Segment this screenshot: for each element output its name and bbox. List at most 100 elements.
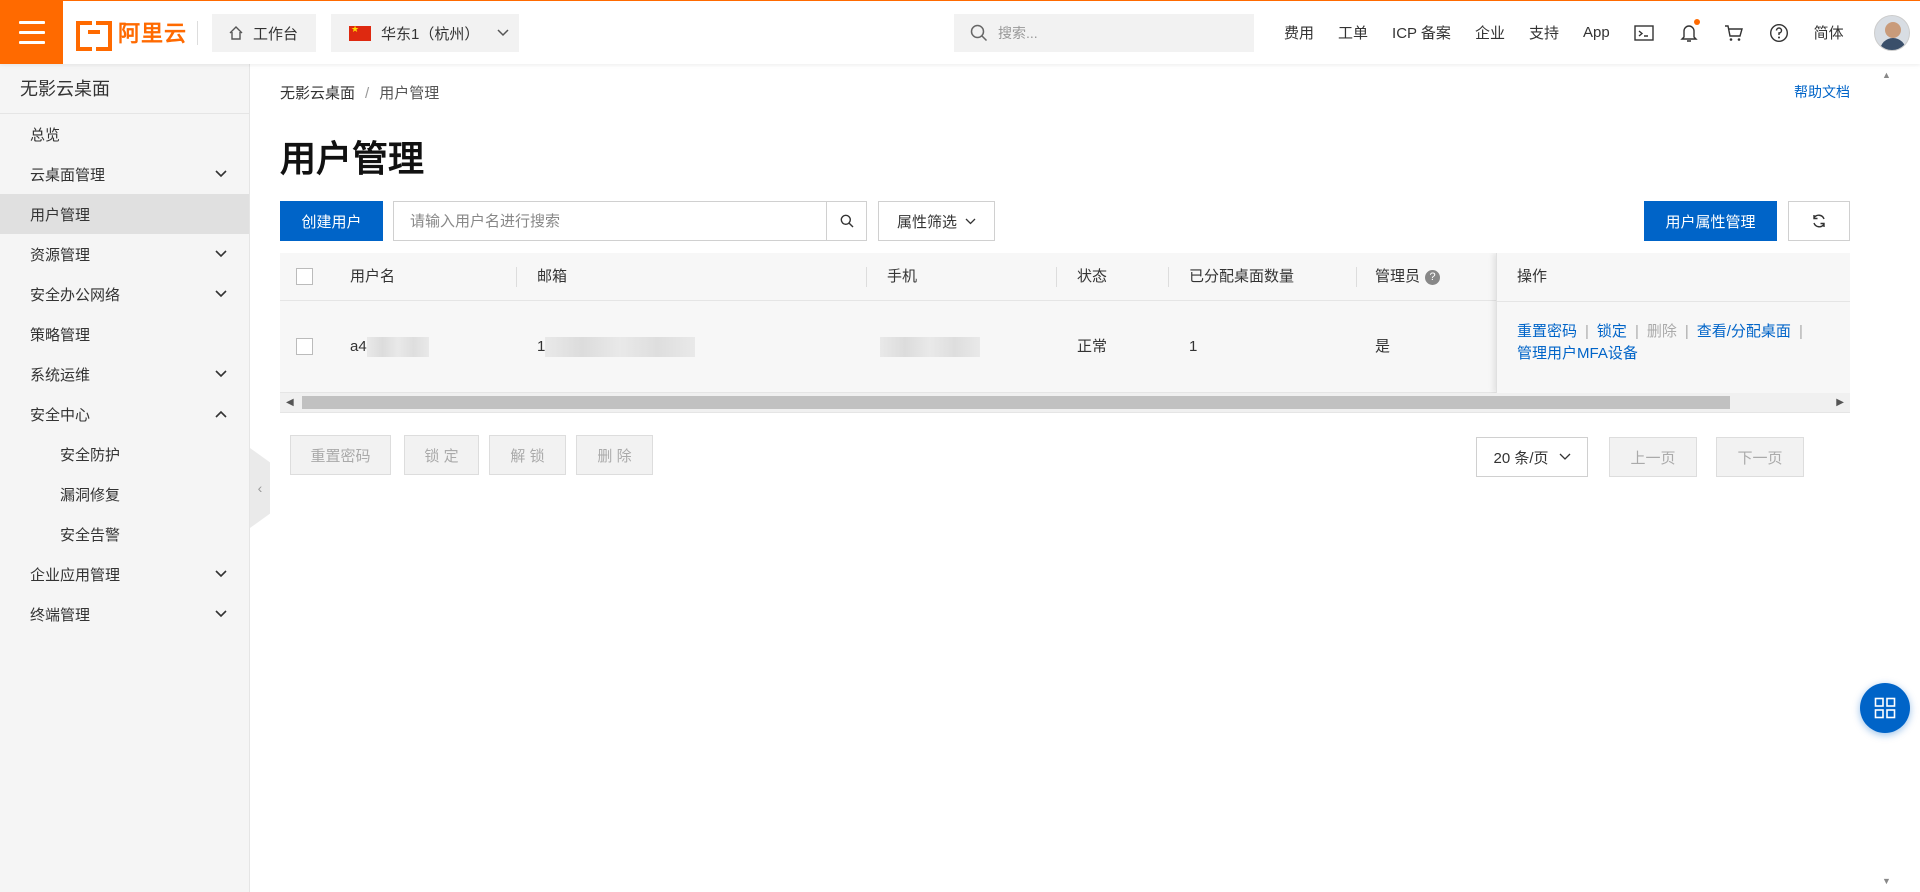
divider bbox=[197, 21, 198, 45]
global-search[interactable] bbox=[954, 14, 1254, 52]
sidebar-item-label: 总览 bbox=[30, 126, 61, 144]
cell-admin: 是 bbox=[1375, 338, 1391, 355]
horizontal-scrollbar[interactable]: ◀ ▶ bbox=[280, 393, 1850, 412]
scroll-down-icon[interactable]: ▼ bbox=[1882, 876, 1891, 886]
app-grid-fab-button[interactable] bbox=[1860, 683, 1910, 733]
col-desktop-count: 已分配桌面数量 bbox=[1189, 253, 1357, 301]
region-label: 华东1（杭州） bbox=[381, 25, 480, 43]
grid-icon bbox=[1874, 697, 1896, 719]
scroll-left-icon[interactable]: ◀ bbox=[286, 397, 294, 408]
workbench-label: 工作台 bbox=[253, 25, 299, 43]
breadcrumb-root[interactable]: 无影云桌面 bbox=[280, 85, 355, 102]
bulk-lock-button[interactable]: 锁 定 bbox=[404, 435, 479, 475]
sidebar-item-label: 云桌面管理 bbox=[30, 166, 106, 184]
sidebar-item-label: 漏洞修复 bbox=[60, 486, 121, 504]
nav-fees[interactable]: 费用 bbox=[1272, 22, 1326, 43]
select-all-checkbox[interactable] bbox=[296, 268, 313, 285]
prev-page-button[interactable]: 上一页 bbox=[1609, 437, 1697, 477]
chevron-down-icon bbox=[215, 570, 227, 578]
china-flag-icon bbox=[349, 24, 371, 41]
sidebar-collapse-button[interactable]: ‹ bbox=[250, 448, 270, 528]
create-user-button[interactable]: 创建用户 bbox=[280, 201, 383, 241]
nav-support[interactable]: 支持 bbox=[1517, 22, 1571, 43]
vertical-scrollbar[interactable]: ▲ ▼ bbox=[1878, 64, 1895, 892]
col-username: 用户名 bbox=[350, 253, 517, 301]
manage-mfa-link[interactable]: 管理用户MFA设备 bbox=[1517, 345, 1638, 362]
terminal-button[interactable] bbox=[1622, 24, 1667, 42]
notification-button[interactable] bbox=[1667, 18, 1712, 43]
row-checkbox[interactable] bbox=[296, 338, 313, 355]
help-doc-link[interactable]: 帮助文档 bbox=[1794, 82, 1850, 102]
sidebar-item[interactable]: 资源管理 bbox=[0, 234, 249, 274]
terminal-icon bbox=[1634, 24, 1654, 41]
bulk-reset-password-button[interactable]: 重置密码 bbox=[290, 435, 391, 475]
sidebar-item[interactable]: 总览 bbox=[0, 114, 249, 154]
nav-tickets[interactable]: 工单 bbox=[1326, 22, 1380, 43]
sidebar-item-label: 企业应用管理 bbox=[30, 566, 121, 584]
sidebar-item[interactable]: 用户管理 bbox=[0, 194, 249, 234]
sidebar-item[interactable]: 云桌面管理 bbox=[0, 154, 249, 194]
lock-link[interactable]: 锁定 bbox=[1597, 323, 1627, 340]
region-selector[interactable]: 华东1（杭州） bbox=[331, 14, 519, 52]
help-button[interactable] bbox=[1757, 23, 1802, 43]
sidebar-item[interactable]: 系统运维 bbox=[0, 354, 249, 394]
scroll-right-icon[interactable]: ▶ bbox=[1836, 397, 1844, 408]
sidebar-item-label: 系统运维 bbox=[30, 366, 91, 384]
home-icon bbox=[229, 26, 243, 40]
chevron-down-icon bbox=[965, 218, 976, 224]
user-table: 用户名 邮箱 手机 状态 已分配桌面数量 管理员? a4 1 正常 1 是 操作… bbox=[280, 253, 1850, 413]
cell-status: 正常 bbox=[1077, 338, 1108, 355]
cart-button[interactable] bbox=[1712, 24, 1757, 42]
user-avatar[interactable] bbox=[1874, 15, 1910, 51]
sidebar-item-label: 终端管理 bbox=[30, 606, 91, 624]
notification-dot bbox=[1693, 18, 1700, 25]
sidebar-item[interactable]: 安全告警 bbox=[0, 514, 249, 554]
page-size-select[interactable]: 20 条/页 bbox=[1476, 437, 1588, 477]
hamburger-menu-button[interactable] bbox=[0, 1, 63, 64]
cell-email: 1 bbox=[537, 301, 696, 393]
breadcrumb: 无影云桌面 / 用户管理 bbox=[280, 85, 440, 102]
chevron-down-icon bbox=[215, 370, 227, 378]
next-page-button[interactable]: 下一页 bbox=[1716, 437, 1804, 477]
toolbar: 创建用户 属性筛选 用户属性管理 bbox=[280, 201, 1850, 241]
page-size-label: 20 条/页 bbox=[1493, 449, 1549, 467]
sidebar-title: 无影云桌面 bbox=[0, 64, 249, 114]
user-search-input[interactable] bbox=[394, 202, 826, 240]
page-title: 用户管理 bbox=[280, 138, 425, 179]
search-submit-button[interactable] bbox=[826, 202, 866, 240]
sidebar-item[interactable]: 企业应用管理 bbox=[0, 554, 249, 594]
chevron-down-icon bbox=[497, 29, 509, 37]
scrollbar-thumb[interactable] bbox=[302, 396, 1730, 409]
logo-mark-icon bbox=[76, 21, 112, 51]
col-email: 邮箱 bbox=[537, 253, 867, 301]
refresh-icon bbox=[1813, 214, 1825, 228]
nav-app[interactable]: App bbox=[1571, 24, 1622, 41]
top-bar: 阿里云 工作台 华东1（杭州） 费用 工单 ICP 备案 企业 支持 App bbox=[0, 0, 1920, 64]
reset-password-link[interactable]: 重置密码 bbox=[1517, 323, 1577, 340]
sidebar-item[interactable]: 策略管理 bbox=[0, 314, 249, 354]
aliyun-logo[interactable]: 阿里云 bbox=[76, 17, 187, 51]
sidebar-item[interactable]: 漏洞修复 bbox=[0, 474, 249, 514]
workbench-button[interactable]: 工作台 bbox=[212, 14, 316, 52]
attribute-filter-dropdown[interactable]: 属性筛选 bbox=[878, 201, 995, 241]
scroll-up-icon[interactable]: ▲ bbox=[1882, 70, 1891, 80]
nav-icp[interactable]: ICP 备案 bbox=[1380, 22, 1463, 43]
help-icon bbox=[1770, 23, 1789, 42]
delete-link: 删除 bbox=[1646, 323, 1677, 340]
search-icon bbox=[970, 24, 988, 42]
sidebar-item[interactable]: 安全防护 bbox=[0, 434, 249, 474]
col-admin: 管理员? bbox=[1375, 253, 1485, 301]
bulk-delete-button[interactable]: 删 除 bbox=[576, 435, 653, 475]
refresh-button[interactable] bbox=[1788, 201, 1850, 241]
admin-help-icon[interactable]: ? bbox=[1425, 269, 1441, 285]
view-assign-desktop-link[interactable]: 查看/分配桌面 bbox=[1697, 323, 1791, 340]
bulk-unlock-button[interactable]: 解 锁 bbox=[489, 435, 566, 475]
sidebar-item[interactable]: 安全中心 bbox=[0, 394, 249, 434]
user-attribute-manage-button[interactable]: 用户属性管理 bbox=[1644, 201, 1777, 241]
language-switch[interactable]: 简体 bbox=[1802, 22, 1856, 43]
sidebar-item-label: 安全防护 bbox=[60, 446, 121, 464]
sidebar-item[interactable]: 终端管理 bbox=[0, 594, 249, 634]
nav-enterprise[interactable]: 企业 bbox=[1463, 22, 1517, 43]
sidebar-item[interactable]: 安全办公网络 bbox=[0, 274, 249, 314]
global-search-input[interactable] bbox=[998, 25, 1228, 41]
